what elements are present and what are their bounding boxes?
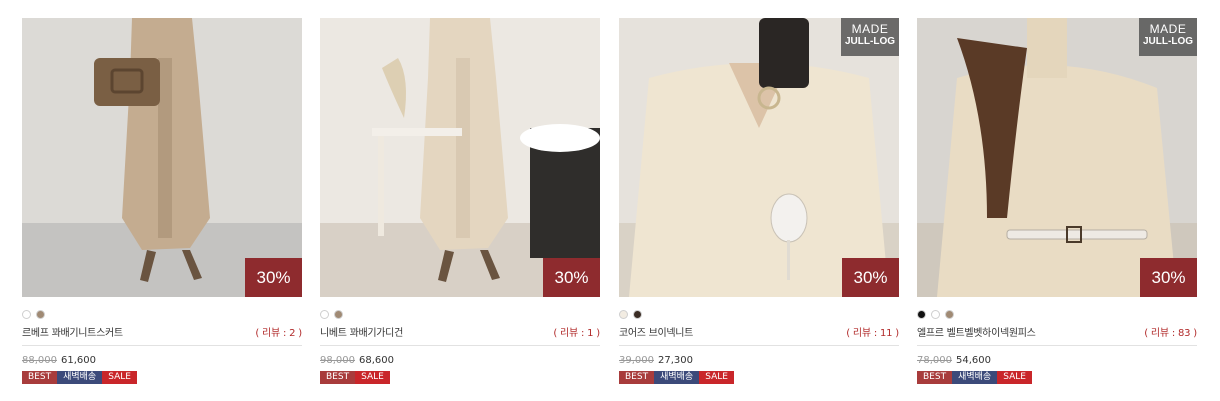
made-badge-line1: MADE [851, 22, 889, 36]
color-swatch[interactable] [36, 310, 45, 319]
original-price: 39,000 [619, 355, 654, 366]
product-name[interactable]: 코어즈 브이넥니트 [619, 324, 693, 339]
badge-sale: SALE [355, 371, 390, 384]
made-badge-line2: JULL-LOG [1143, 36, 1193, 47]
made-badge-line1: MADE [1149, 22, 1187, 36]
price-row: 78,000 54,600 [917, 355, 991, 366]
color-swatch[interactable] [917, 310, 926, 319]
badge-sale: SALE [997, 371, 1032, 384]
product-image[interactable]: 30% [320, 18, 600, 297]
color-swatch[interactable] [945, 310, 954, 319]
product-badges: BEST 새벽배송 SALE [619, 371, 734, 384]
price-row: 88,000 61,600 [22, 355, 96, 366]
product-info-row: 니베트 꽈배기가디건 ( 리뷰 : 1 ) [320, 323, 600, 339]
product-photo [619, 18, 899, 297]
review-count: ( 리뷰 : 83 ) [1144, 327, 1197, 339]
product-badges: BEST SALE [320, 371, 390, 384]
product-card[interactable]: 30% 니베트 꽈배기가디건( 리뷰 : 1 ) 98,000 68,600 BEST S… [320, 18, 600, 398]
color-swatch[interactable] [334, 310, 343, 319]
product-badges: BEST 새벽배송 SALE [917, 371, 1032, 384]
product-name[interactable]: 엘프르 벨트벨벳하이넥원피스 [917, 324, 1036, 339]
made-badge: MADE JULL-LOG [841, 18, 899, 56]
review-count: ( 리뷰 : 2 ) [255, 327, 302, 339]
color-swatch[interactable] [931, 310, 940, 319]
sale-price: 61,600 [61, 355, 96, 366]
discount-badge: 30% [1140, 258, 1197, 297]
product-card[interactable]: 30% 르베프 꽈배기니트스커트( 리뷰 : 2 ) 88,000 61,600 BES… [22, 18, 302, 398]
color-swatch[interactable] [22, 310, 31, 319]
product-info-row: 엘프르 벨트벨벳하이넥원피스 ( 리뷰 : 83 ) [917, 323, 1197, 339]
color-swatches [619, 310, 642, 319]
color-swatch[interactable] [619, 310, 628, 319]
divider [22, 345, 302, 346]
discount-badge: 30% [245, 258, 302, 297]
made-badge-line2: JULL-LOG [845, 36, 895, 47]
discount-badge: 30% [543, 258, 600, 297]
divider [917, 345, 1197, 346]
badge-sale: SALE [699, 371, 734, 384]
product-info-row: 코어즈 브이넥니트 ( 리뷰 : 11 ) [619, 323, 899, 339]
made-badge: MADE JULL-LOG [1139, 18, 1197, 56]
price-row: 98,000 68,600 [320, 355, 394, 366]
badge-best: BEST [917, 371, 953, 384]
review-count: ( 리뷰 : 1 ) [553, 327, 600, 339]
product-photo [917, 18, 1197, 297]
badge-best: BEST [619, 371, 655, 384]
price-row: 39,000 27,300 [619, 355, 693, 366]
badge-sale: SALE [102, 371, 137, 384]
product-card[interactable]: MADE JULL-LOG 30% 코어즈 브이넥니트 ( 리뷰 : 11 ) 39,00… [619, 18, 899, 398]
sale-price: 68,600 [359, 355, 394, 366]
review-count: ( 리뷰 : 11 ) [846, 327, 899, 339]
product-name[interactable]: 니베트 꽈배기가디건 [320, 324, 403, 339]
badge-dawn-delivery: 새벽배송 [654, 371, 700, 384]
product-card[interactable]: MADE JULL-LOG 30% 엘프르 벨트벨벳하이넥원피스 ( 리뷰 : 83 )… [917, 18, 1197, 398]
product-info-row: 르베프 꽈배기니트스커트 ( 리뷰 : 2 ) [22, 323, 302, 339]
color-swatches [917, 310, 954, 319]
discount-badge: 30% [842, 258, 899, 297]
divider [619, 345, 899, 346]
original-price: 88,000 [22, 355, 57, 366]
product-image[interactable]: MADE JULL-LOG 30% [917, 18, 1197, 297]
sale-price: 54,600 [956, 355, 991, 366]
original-price: 78,000 [917, 355, 952, 366]
product-name[interactable]: 르베프 꽈배기니트스커트 [22, 324, 123, 339]
product-image[interactable]: 30% [22, 18, 302, 297]
original-price: 98,000 [320, 355, 355, 366]
color-swatches [22, 310, 45, 319]
product-image[interactable]: MADE JULL-LOG 30% [619, 18, 899, 297]
product-badges: BEST 새벽배송 SALE [22, 371, 137, 384]
sale-price: 27,300 [658, 355, 693, 366]
color-swatch[interactable] [320, 310, 329, 319]
color-swatch[interactable] [633, 310, 642, 319]
product-grid: 30% 르베프 꽈배기니트스커트( 리뷰 : 2 ) 88,000 61,600 BES… [0, 0, 1220, 401]
divider [320, 345, 600, 346]
color-swatches [320, 310, 343, 319]
badge-best: BEST [22, 371, 58, 384]
badge-dawn-delivery: 새벽배송 [952, 371, 998, 384]
product-photo [320, 18, 600, 297]
product-photo [22, 18, 302, 297]
badge-dawn-delivery: 새벽배송 [57, 371, 103, 384]
badge-best: BEST [320, 371, 356, 384]
